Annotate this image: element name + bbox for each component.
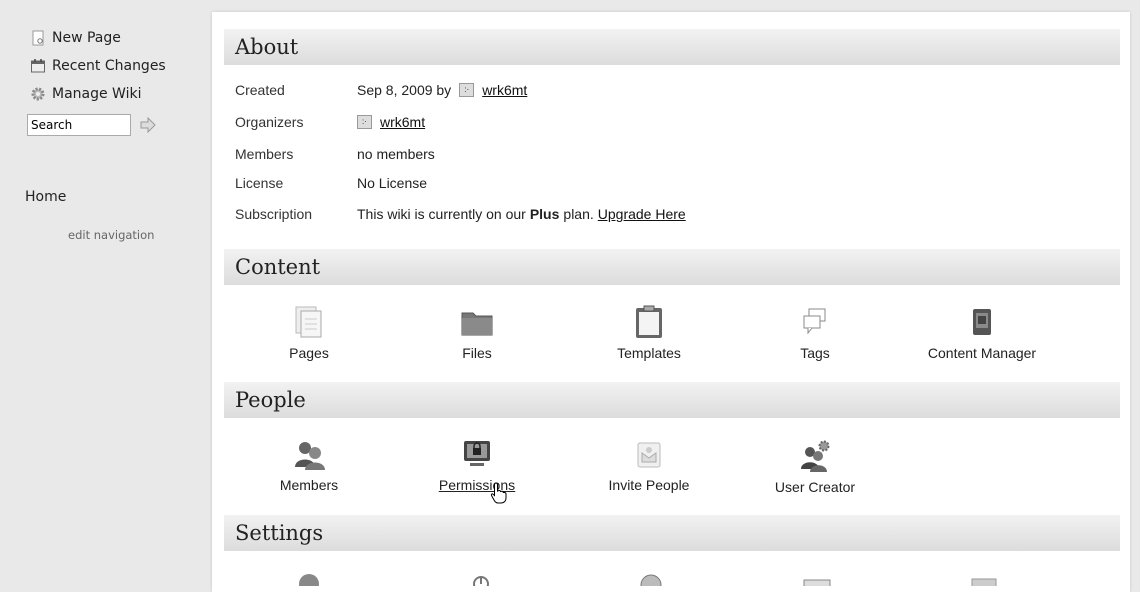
members-tile[interactable]: Members (239, 439, 379, 493)
invite-icon (637, 442, 661, 468)
main-panel: About Created Sep 8, 2009 by :· wrk6mt O… (212, 12, 1130, 592)
manage-wiki-label: Manage Wiki (52, 86, 142, 102)
templates-tile[interactable]: Templates (579, 305, 719, 361)
edit-navigation-link[interactable]: edit navigation (68, 228, 154, 242)
plan-name: Plus (529, 206, 560, 222)
settings-icon-4[interactable] (800, 572, 834, 586)
settings-icon-5[interactable] (967, 572, 1001, 586)
calendar-icon (31, 59, 45, 73)
search-box (27, 114, 131, 136)
recent-changes-link[interactable]: Recent Changes (30, 58, 166, 74)
user-creator-tile[interactable]: User Creator (745, 439, 885, 495)
members-tile-label: Members (279, 477, 339, 493)
invite-people-label: Invite People (608, 477, 690, 493)
members-icon (295, 442, 325, 470)
created-date: Sep 8, 2009 by (357, 82, 452, 98)
organizers-label: Organizers (235, 114, 304, 130)
about-row-subscription: Subscription This wiki is currently on o… (235, 206, 686, 222)
manage-wiki-link[interactable]: Manage Wiki (30, 86, 141, 102)
tags-label: Tags (800, 345, 830, 361)
about-heading: About (224, 29, 1120, 65)
invite-people-tile[interactable]: Invite People (579, 439, 719, 493)
tags-tile[interactable]: Tags (745, 305, 885, 361)
members-value: no members (357, 146, 435, 162)
user-avatar-icon: :· (459, 83, 475, 97)
settings-heading: Settings (224, 515, 1120, 551)
new-page-label: New Page (52, 30, 121, 46)
user-creator-label: User Creator (774, 479, 856, 495)
pages-label: Pages (289, 345, 329, 361)
hand-cursor-icon (490, 482, 507, 504)
people-heading: People (224, 382, 1120, 418)
search-input[interactable] (31, 116, 127, 134)
folder-icon (461, 312, 493, 336)
subscription-suffix: plan. (563, 206, 594, 222)
gear-icon (31, 87, 45, 101)
tags-icon (803, 308, 826, 335)
about-row-members: Members no members (235, 146, 435, 162)
permissions-icon (464, 441, 490, 466)
about-row-license: License No License (235, 175, 427, 191)
about-row-organizers: Organizers :· wrk6mt (235, 114, 425, 130)
pages-tile[interactable]: Pages (239, 305, 379, 361)
pages-icon (295, 306, 322, 338)
user-avatar-icon: :· (357, 115, 372, 129)
content-manager-tile[interactable]: Content Manager (912, 305, 1052, 361)
sidebar: New Page Recent Changes Manage Wiki Home… (0, 0, 210, 583)
settings-icon-1[interactable] (292, 572, 326, 586)
subscription-label: Subscription (235, 206, 313, 222)
organizer-user-link[interactable]: wrk6mt (380, 114, 425, 130)
new-page-icon (32, 30, 44, 46)
content-manager-icon (973, 309, 991, 335)
search-arrow-icon[interactable] (139, 117, 157, 133)
files-label: Files (462, 345, 492, 361)
created-label: Created (235, 82, 285, 98)
user-creator-icon (801, 440, 830, 472)
license-value: No License (357, 175, 428, 191)
settings-icon-2[interactable] (464, 572, 498, 586)
home-link[interactable]: Home (25, 189, 66, 205)
clipboard-icon (636, 305, 662, 338)
content-heading: Content (224, 249, 1120, 285)
creator-user-link[interactable]: wrk6mt (482, 82, 527, 98)
templates-label: Templates (617, 345, 681, 361)
content-manager-label: Content Manager (927, 345, 1037, 361)
upgrade-link[interactable]: Upgrade Here (598, 206, 686, 222)
members-label: Members (235, 146, 294, 162)
permissions-label: Permissions (438, 477, 516, 493)
about-row-created: Created Sep 8, 2009 by :· wrk6mt (235, 82, 527, 98)
new-page-link[interactable]: New Page (30, 30, 121, 46)
files-tile[interactable]: Files (407, 305, 547, 361)
recent-changes-label: Recent Changes (52, 58, 166, 74)
permissions-tile[interactable]: Permissions (407, 439, 547, 493)
globe-icon[interactable] (634, 572, 668, 586)
subscription-text: This wiki is currently on our (357, 206, 526, 222)
license-label: License (235, 175, 284, 191)
